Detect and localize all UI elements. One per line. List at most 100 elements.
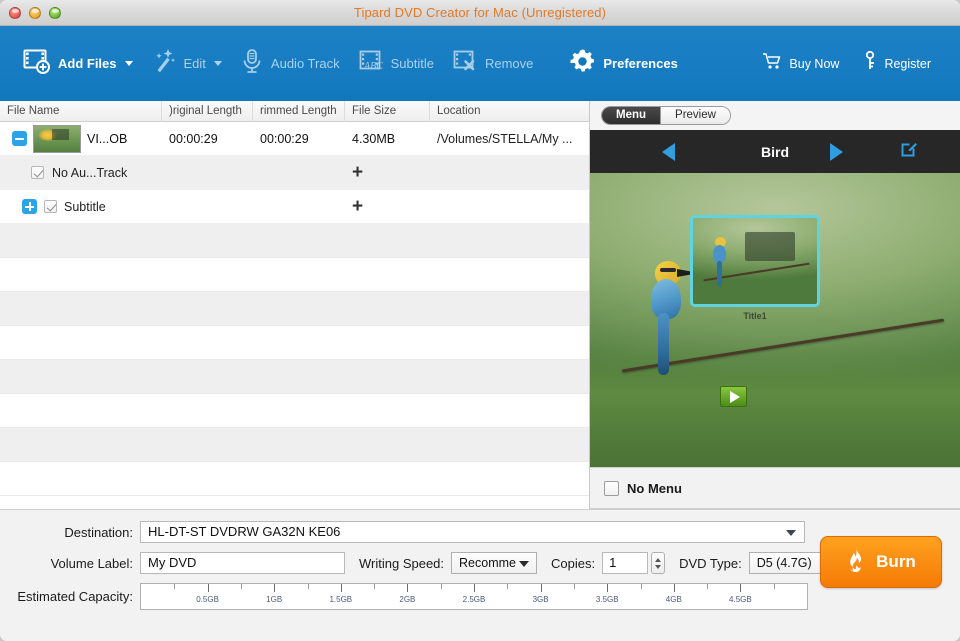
- flame-icon: [846, 547, 866, 577]
- zoom-button[interactable]: [49, 6, 61, 19]
- remove-button[interactable]: Remove: [443, 42, 542, 85]
- destination-select[interactable]: HL-DT-ST DVDRW GA32N KE06: [140, 521, 805, 543]
- audio-track-cell: No Au...Track: [0, 166, 162, 180]
- volume-label-value: My DVD: [148, 555, 197, 570]
- edit-pencil-icon[interactable]: [899, 140, 918, 164]
- stepper-down-icon[interactable]: [655, 564, 662, 569]
- burn-button[interactable]: Burn: [820, 536, 942, 588]
- destination-label: Destination:: [64, 524, 133, 540]
- minimize-button[interactable]: [29, 6, 41, 19]
- table-row-empty[interactable]: [0, 224, 589, 258]
- table-row-empty[interactable]: [0, 326, 589, 360]
- column-header-trimmed-length[interactable]: rimmed Length: [253, 100, 345, 122]
- collapse-toggle-minus-icon[interactable]: [12, 131, 27, 146]
- writing-speed-select[interactable]: Recomme: [451, 552, 538, 574]
- ruler-tick-label: 0.5GB: [196, 595, 219, 604]
- register-label: Register: [884, 56, 931, 71]
- chevron-down-icon[interactable]: [124, 61, 133, 66]
- location-cell: /Volumes/STELLA/My ...: [437, 131, 573, 146]
- table-row[interactable]: VI...OB 00:00:29 00:00:29 4.30MB /Volume…: [0, 122, 589, 156]
- stepper-up-icon[interactable]: [655, 557, 662, 562]
- ruler-major-tick: [673, 584, 675, 592]
- table-row[interactable]: No Au...Track +: [0, 156, 589, 190]
- menu-pane: Menu Preview Bird Title1 No Menu: [590, 101, 960, 509]
- table-row-empty[interactable]: [0, 394, 589, 428]
- ruler-tick-label: 3.5GB: [595, 595, 619, 604]
- add-audio-track-button[interactable]: +: [345, 163, 430, 182]
- ruler-minor-tick: [773, 584, 775, 589]
- ruler-major-tick: [340, 584, 342, 592]
- column-header-original-length[interactable]: )riginal Length: [162, 100, 253, 122]
- subtitle-checkbox[interactable]: [44, 200, 57, 213]
- ruler-tick-label: 1.5GB: [329, 595, 353, 604]
- ruler-minor-tick: [240, 584, 242, 589]
- table-row-empty[interactable]: [0, 258, 589, 292]
- ruler-tick-label: 1GB: [266, 595, 283, 604]
- trimmed-length-cell: 00:00:29: [260, 131, 309, 146]
- plus-icon: +: [352, 197, 364, 216]
- ruler-major-tick: [274, 584, 276, 592]
- title-thumbnail-caption: Title1: [743, 311, 767, 321]
- no-menu-row: No Menu: [590, 467, 960, 509]
- subtitle-row-label: Subtitle: [64, 199, 106, 214]
- volume-label-input[interactable]: My DVD: [140, 552, 345, 574]
- ruler-tick-label: 4GB: [665, 595, 682, 604]
- table-row-empty[interactable]: [0, 428, 589, 462]
- destination-row: Destination: HL-DT-ST DVDRW GA32N KE06: [0, 521, 960, 543]
- capacity-row: Estimated Capacity: 0.5GB 1GB 1.5GB 2GB 2.5G…: [0, 583, 960, 610]
- buy-now-button[interactable]: Buy Now: [753, 46, 848, 81]
- volume-settings-row: Volume Label: My DVD Writing Speed: Reco…: [0, 552, 960, 574]
- file-name-label: VI...OB: [87, 131, 128, 146]
- tab-menu[interactable]: Menu: [602, 107, 662, 124]
- menu-preview-canvas[interactable]: Title1: [590, 173, 960, 467]
- cart-icon: [762, 52, 782, 75]
- remove-film-icon: [452, 48, 478, 79]
- svg-text:ABC: ABC: [363, 61, 383, 72]
- edit-button[interactable]: Edit: [142, 42, 231, 85]
- next-arrow-icon[interactable]: [830, 142, 843, 161]
- column-header-file-size[interactable]: File Size: [345, 100, 430, 122]
- column-header-file-name[interactable]: File Name: [0, 100, 162, 122]
- original-length-cell: 00:00:29: [169, 131, 218, 146]
- template-nav-bar: Bird: [590, 130, 960, 173]
- add-files-button[interactable]: Add Files: [14, 42, 142, 85]
- table-row-empty[interactable]: [0, 292, 589, 326]
- audio-track-checkbox[interactable]: [31, 166, 44, 179]
- destination-value: HL-DT-ST DVDRW GA32N KE06: [148, 524, 341, 539]
- table-row-empty[interactable]: [0, 462, 589, 496]
- audio-track-button[interactable]: Audio Track: [231, 42, 349, 85]
- ruler-minor-tick: [440, 584, 442, 589]
- key-icon: [863, 50, 877, 76]
- ruler-minor-tick: [507, 584, 509, 589]
- tab-preview[interactable]: Preview: [661, 107, 730, 124]
- expand-toggle-plus-icon[interactable]: [22, 199, 37, 214]
- preferences-label: Preferences: [603, 56, 678, 71]
- preferences-button[interactable]: Preferences: [560, 42, 686, 86]
- column-header-location[interactable]: Location: [430, 101, 589, 122]
- chevron-down-icon[interactable]: [213, 61, 222, 66]
- add-subtitle-button[interactable]: +: [345, 197, 430, 216]
- microphone-icon: [240, 48, 264, 79]
- chevron-down-icon: [519, 561, 530, 567]
- ruler-tick-label: 2GB: [399, 595, 416, 604]
- ruler-minor-tick: [640, 584, 642, 589]
- ruler-tick-label: 2.5GB: [462, 595, 486, 604]
- ruler-minor-tick: [174, 584, 176, 589]
- no-menu-label: No Menu: [627, 480, 682, 496]
- audio-track-label: Audio Track: [270, 56, 340, 71]
- close-button[interactable]: [9, 6, 21, 19]
- title-thumbnail[interactable]: [690, 215, 820, 307]
- previous-arrow-icon[interactable]: [662, 142, 675, 161]
- burn-settings-panel: Destination: HL-DT-ST DVDRW GA32N KE06 V…: [0, 509, 960, 641]
- gear-icon: [569, 48, 596, 80]
- table-row[interactable]: Subtitle +: [0, 190, 589, 224]
- register-button[interactable]: Register: [854, 45, 940, 82]
- play-button-icon[interactable]: [720, 386, 747, 407]
- copies-input[interactable]: 1: [602, 552, 649, 574]
- no-menu-checkbox[interactable]: [604, 480, 619, 496]
- menu-preview-tabs: Menu Preview: [590, 101, 960, 130]
- table-row-empty[interactable]: [0, 360, 589, 394]
- content-area: File Name )riginal Length rimmed Length …: [0, 100, 960, 509]
- subtitle-button[interactable]: ABC Subtitle: [349, 42, 443, 85]
- copies-stepper[interactable]: [651, 552, 666, 574]
